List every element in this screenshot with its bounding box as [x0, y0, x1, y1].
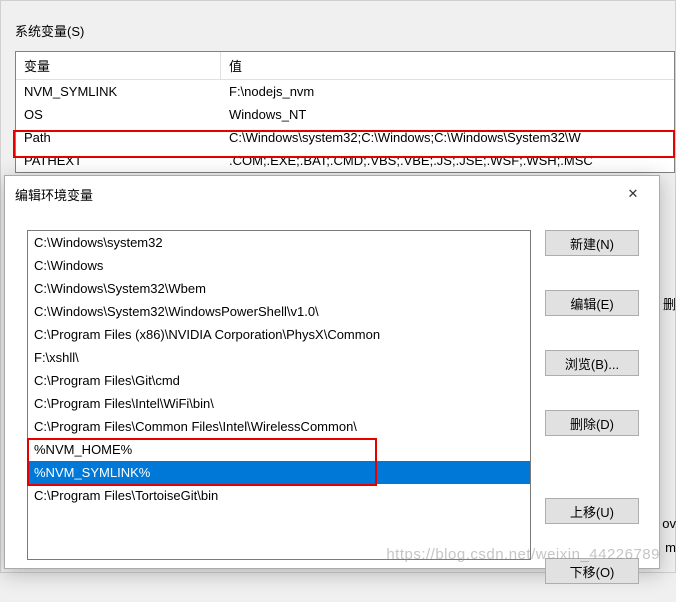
- list-item[interactable]: C:\Program Files\Git\cmd: [28, 369, 530, 392]
- list-item[interactable]: C:\Program Files (x86)\NVIDIA Corporatio…: [28, 323, 530, 346]
- dialog-body: C:\Windows\system32C:\WindowsC:\Windows\…: [5, 212, 659, 602]
- partial-text-m: m: [665, 540, 676, 555]
- edit-env-var-dialog: 编辑环境变量 ✕ C:\Windows\system32C:\WindowsC:…: [4, 175, 660, 569]
- move-down-button[interactable]: 下移(O): [545, 558, 639, 584]
- delete-button[interactable]: 删除(D): [545, 410, 639, 436]
- table-row[interactable]: PathC:\Windows\system32;C:\Windows;C:\Wi…: [16, 126, 674, 149]
- env-var-table: 变量 值 NVM_SYMLINKF:\nodejs_nvmOSWindows_N…: [15, 51, 675, 173]
- cell-value: C:\Windows\system32;C:\Windows;C:\Window…: [221, 126, 674, 149]
- list-item[interactable]: C:\Windows\System32\Wbem: [28, 277, 530, 300]
- list-item[interactable]: C:\Program Files\Intel\WiFi\bin\: [28, 392, 530, 415]
- list-item[interactable]: C:\Windows\System32\WindowsPowerShell\v1…: [28, 300, 530, 323]
- section-label: 系统变量(S): [15, 21, 84, 40]
- browse-button[interactable]: 浏览(B)...: [545, 350, 639, 376]
- cell-value: F:\nodejs_nvm: [221, 80, 674, 103]
- button-column: 新建(N) 编辑(E) 浏览(B)... 删除(D) 上移(U) 下移(O): [545, 230, 639, 584]
- table-row[interactable]: PATHEXT.COM;.EXE;.BAT;.CMD;.VBS;.VBE;.JS…: [16, 149, 674, 172]
- list-item[interactable]: %NVM_HOME%: [28, 438, 530, 461]
- cell-value: .COM;.EXE;.BAT;.CMD;.VBS;.VBE;.JS;.JSE;.…: [221, 149, 674, 172]
- close-icon: ✕: [628, 186, 639, 202]
- move-up-button[interactable]: 上移(U): [545, 498, 639, 524]
- list-item[interactable]: %NVM_SYMLINK%: [28, 461, 530, 484]
- list-item[interactable]: C:\Program Files\TortoiseGit\bin: [28, 484, 530, 507]
- col-header-value[interactable]: 值: [221, 52, 674, 79]
- list-item[interactable]: C:\Windows\system32: [28, 231, 530, 254]
- cell-variable: OS: [16, 103, 221, 126]
- new-button[interactable]: 新建(N): [545, 230, 639, 256]
- list-item[interactable]: F:\xshll\: [28, 346, 530, 369]
- list-item[interactable]: C:\Program Files\Common Files\Intel\Wire…: [28, 415, 530, 438]
- dialog-title-text: 编辑环境变量: [15, 185, 93, 204]
- cell-value: Windows_NT: [221, 103, 674, 126]
- cell-variable: Path: [16, 126, 221, 149]
- cell-variable: PATHEXT: [16, 149, 221, 172]
- cell-variable: NVM_SYMLINK: [16, 80, 221, 103]
- partial-text-ov: ov: [662, 516, 676, 531]
- partial-text-del: 删: [663, 294, 676, 313]
- path-listbox[interactable]: C:\Windows\system32C:\WindowsC:\Windows\…: [27, 230, 531, 560]
- dialog-titlebar: 编辑环境变量 ✕: [5, 176, 659, 212]
- edit-button[interactable]: 编辑(E): [545, 290, 639, 316]
- col-header-variable[interactable]: 变量: [16, 52, 221, 79]
- list-item[interactable]: C:\Windows: [28, 254, 530, 277]
- table-header-row: 变量 值: [16, 52, 674, 80]
- table-row[interactable]: OSWindows_NT: [16, 103, 674, 126]
- table-row[interactable]: NVM_SYMLINKF:\nodejs_nvm: [16, 80, 674, 103]
- close-button[interactable]: ✕: [617, 182, 649, 206]
